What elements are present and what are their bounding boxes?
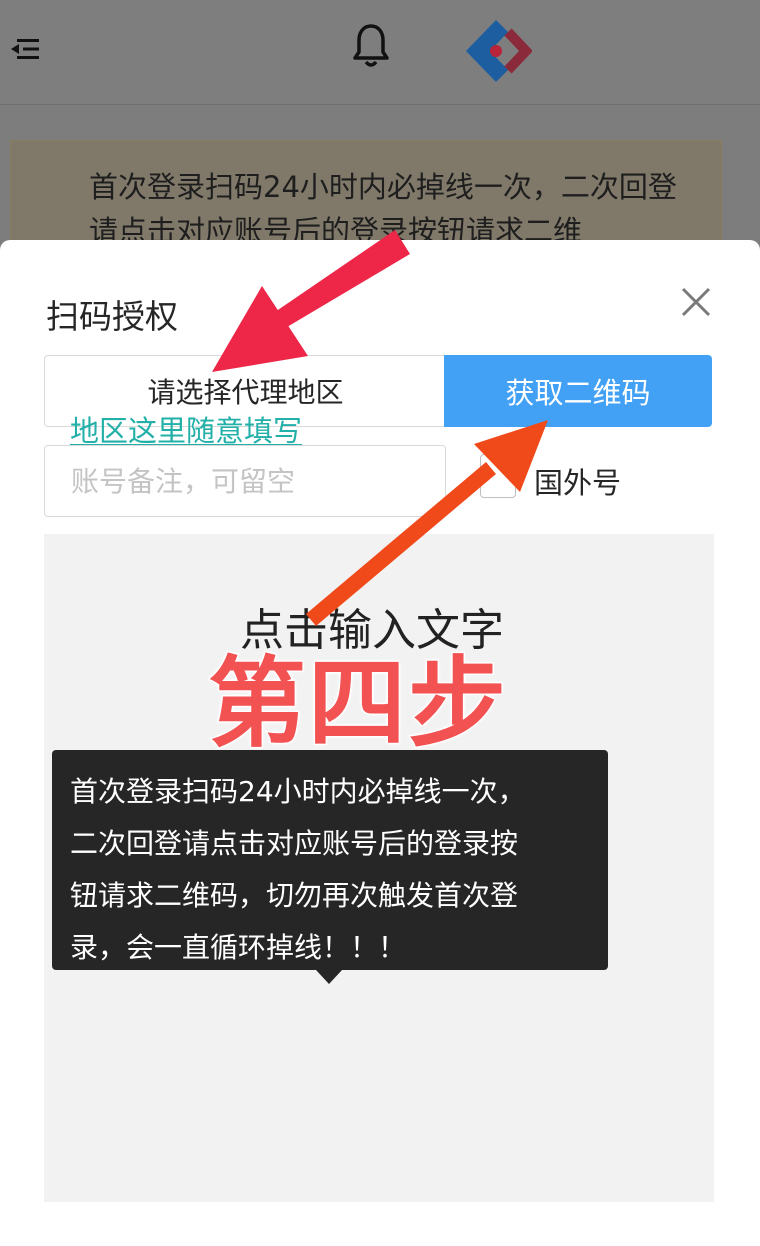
tooltip-caret bbox=[316, 970, 342, 984]
region-hint-annotation: 地区这里随意填写 bbox=[70, 414, 303, 448]
get-qr-code-label: 获取二维码 bbox=[505, 376, 651, 410]
tooltip-line: 二次回登请点击对应账号后的登录按 bbox=[70, 827, 519, 860]
app-header bbox=[0, 0, 760, 105]
foreign-account-checkbox[interactable] bbox=[480, 454, 516, 498]
tooltip-line: 录，会一直循环掉线！！！ bbox=[70, 931, 407, 964]
tooltip-line: 首次登录扫码24小时内必掉线一次， bbox=[70, 775, 526, 808]
menu-fold-icon[interactable] bbox=[8, 34, 42, 64]
region-select-label: 请选择代理地区 bbox=[147, 376, 344, 409]
get-qr-code-button[interactable]: 获取二维码 bbox=[444, 355, 712, 427]
step-label: 第四步 bbox=[206, 646, 509, 763]
warning-tooltip: 首次登录扫码24小时内必掉线一次， 二次回登请点击对应账号后的登录按 钮请求二维… bbox=[52, 750, 608, 970]
remark-input[interactable] bbox=[44, 445, 446, 517]
diamond-logo-icon bbox=[466, 20, 532, 82]
tooltip-line: 钮请求二维码，切勿再次触发首次登 bbox=[70, 879, 519, 912]
close-icon[interactable] bbox=[676, 282, 716, 322]
bell-icon[interactable] bbox=[350, 22, 392, 70]
foreign-account-label: 国外号 bbox=[534, 466, 622, 500]
modal-title: 扫码授权 bbox=[46, 297, 178, 336]
qr-auth-modal: 扫码授权 请选择代理地区 获取二维码 地区这里随意填写 国外号 点击输入文字 第… bbox=[0, 240, 760, 1246]
